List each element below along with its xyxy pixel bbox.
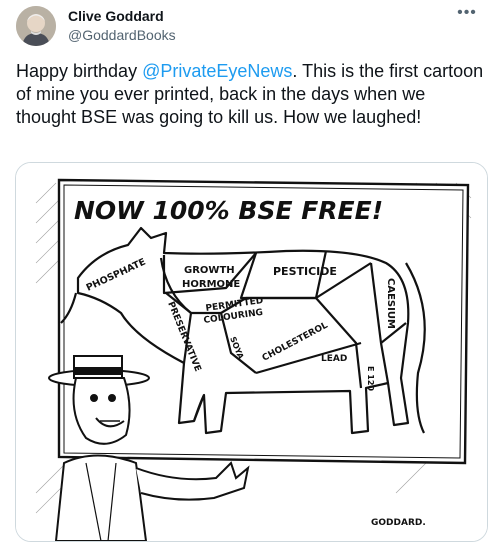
banner-text: NOW 100% BSE FREE! bbox=[74, 196, 383, 225]
label-caesium: CAESIUM bbox=[385, 278, 396, 329]
author-name[interactable]: Clive Goddard bbox=[68, 8, 164, 24]
label-e120: E 120 bbox=[366, 366, 375, 391]
tweet-text-pre: Happy birthday bbox=[16, 61, 143, 81]
label-lead: LEAD bbox=[321, 354, 347, 364]
tweet-text: Happy birthday @PrivateEyeNews. This is … bbox=[16, 60, 486, 129]
author-handle[interactable]: @GoddardBooks bbox=[68, 27, 176, 43]
label-hormone: HORMONE bbox=[182, 279, 240, 290]
more-horizontal-icon[interactable]: ••• bbox=[455, 4, 479, 24]
cartoonist-signature: GODDARD. bbox=[371, 518, 426, 528]
label-growth: GROWTH bbox=[184, 265, 235, 276]
avatar[interactable] bbox=[16, 6, 56, 46]
avatar-photo bbox=[16, 6, 56, 46]
tweet: Clive Goddard @GoddardBooks ••• Happy bi… bbox=[0, 0, 500, 548]
cartoon-image: NOW 100% BSE FREE! PHOSPHATE GROWTH HORM… bbox=[16, 163, 487, 541]
tweet-media-image[interactable]: NOW 100% BSE FREE! PHOSPHATE GROWTH HORM… bbox=[15, 162, 488, 542]
mention-link[interactable]: @PrivateEyeNews bbox=[142, 61, 292, 81]
label-pesticide: PESTICIDE bbox=[273, 265, 337, 278]
